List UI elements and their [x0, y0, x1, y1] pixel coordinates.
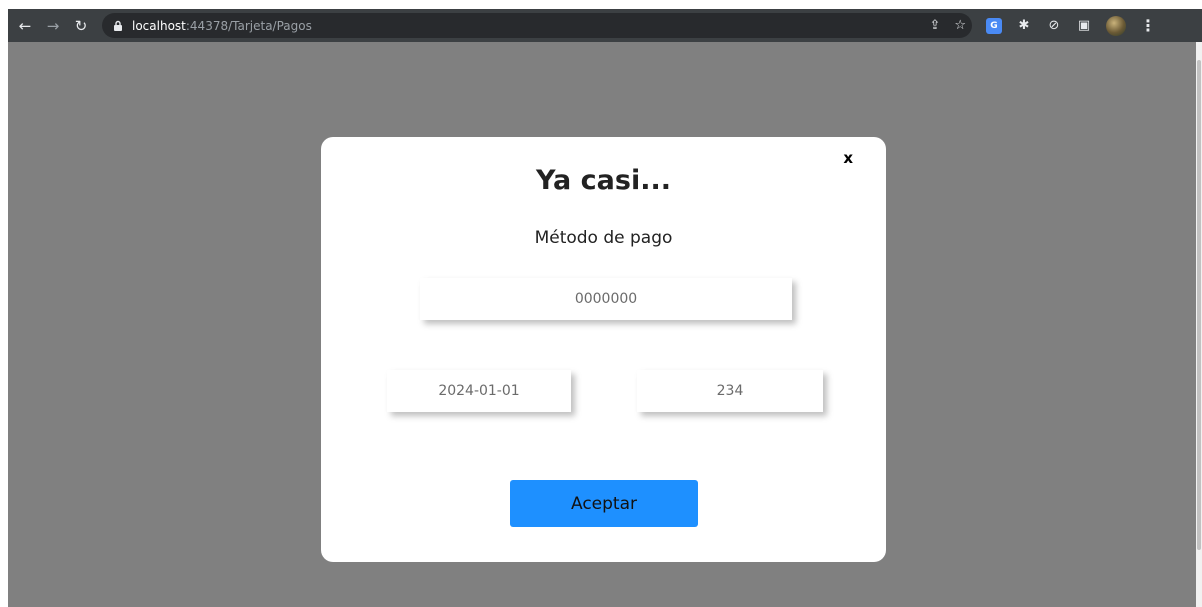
back-icon[interactable]: ← [14, 15, 36, 37]
expiry-date-input[interactable] [387, 370, 571, 412]
card-number-input[interactable] [420, 278, 792, 320]
forward-icon[interactable]: → [42, 15, 64, 37]
payment-modal: x Ya casi... Método de pago Aceptar [321, 137, 886, 562]
cvv-input[interactable] [637, 370, 823, 412]
address-bar[interactable]: localhost:44378/Tarjeta/Pagos ⇪ ☆ [102, 13, 972, 38]
star-icon[interactable]: ☆ [954, 18, 966, 33]
payment-method-label: Método de pago [534, 228, 673, 248]
translate-extension-icon[interactable]: G [986, 17, 1002, 34]
browser-toolbar: ← → ↻ localhost:44378/Tarjeta/Pagos ⇪ ☆ … [8, 9, 1202, 42]
scrollbar-thumb[interactable] [1197, 60, 1201, 550]
share-icon[interactable]: ⇪ [929, 18, 940, 33]
url-path: :44378/Tarjeta/Pagos [185, 18, 312, 33]
reload-icon[interactable]: ↻ [70, 15, 92, 37]
profile-avatar[interactable] [1106, 15, 1126, 36]
modal-title: Ya casi... [535, 165, 671, 196]
side-panel-icon[interactable]: ▣ [1076, 18, 1092, 34]
menu-dots-icon[interactable]: ⋮ [1140, 16, 1156, 35]
lock-icon [112, 20, 124, 32]
extensions-puzzle-icon[interactable]: ✱ [1016, 18, 1032, 34]
accept-button[interactable]: Aceptar [510, 480, 698, 527]
url-host: localhost [132, 18, 186, 33]
sync-extension-icon[interactable]: ⊘ [1046, 18, 1062, 34]
